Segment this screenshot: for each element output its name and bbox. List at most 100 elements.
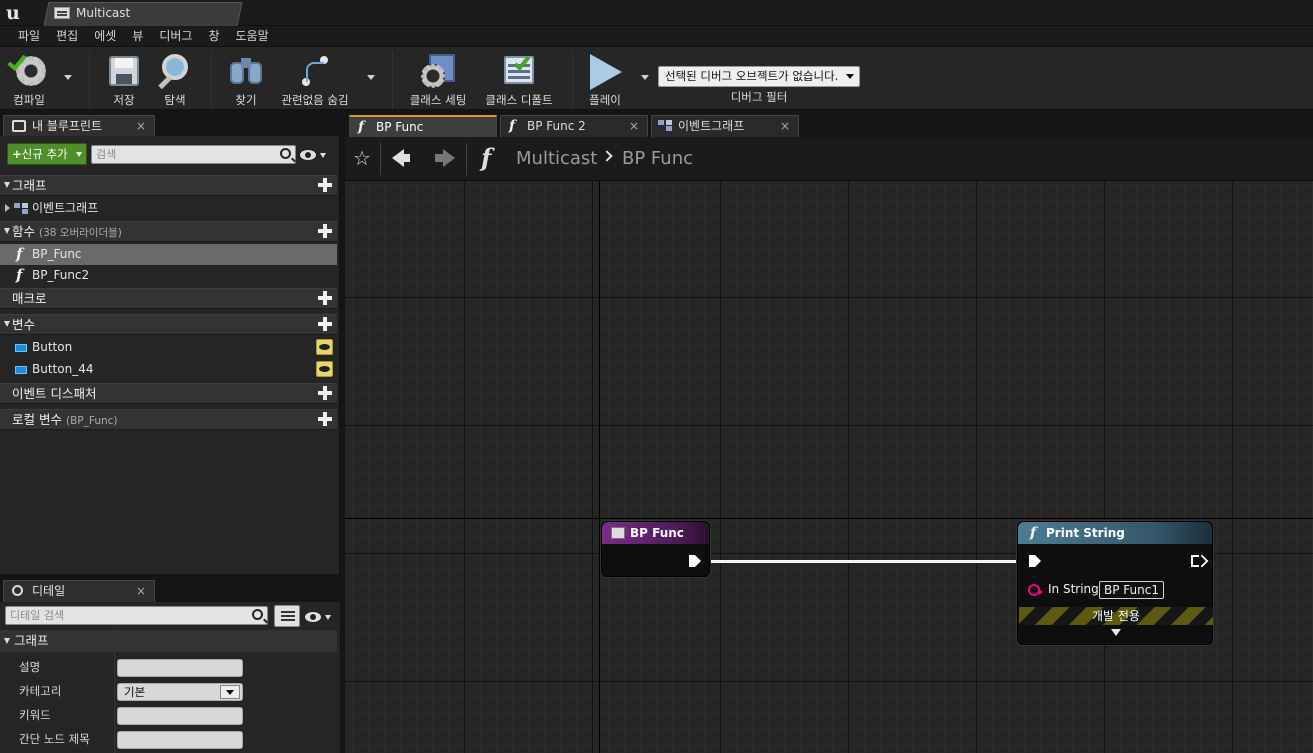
print-string-node[interactable]: f Print String In String BP Func1 개발 전용 <box>1017 521 1213 645</box>
exec-out-pin[interactable] <box>1191 555 1199 567</box>
close-icon[interactable]: × <box>629 116 639 136</box>
category-macros[interactable]: 매크로 <box>0 288 337 309</box>
add-graph-icon[interactable] <box>318 178 332 192</box>
add-local-variable-icon[interactable] <box>318 412 332 426</box>
breadcrumb-current: BP Func <box>622 148 694 169</box>
variable-item-button[interactable]: Button <box>0 337 337 358</box>
my-blueprint-search-input[interactable]: 검색 <box>91 145 296 164</box>
menu-file[interactable]: 파일 <box>10 26 48 46</box>
category-local-variables[interactable]: 로컬 변수 (BP_Func) <box>0 409 337 430</box>
forward-arrow-icon[interactable] <box>435 149 455 167</box>
back-arrow-icon[interactable] <box>392 149 410 167</box>
event-graph-icon <box>14 203 30 214</box>
in-string-pin[interactable] <box>1028 584 1043 596</box>
menu-bar: 파일 편집 에셋 뷰 디버그 창 도움말 <box>0 26 1313 46</box>
tab-bp-func[interactable]: f BP Func <box>349 115 497 137</box>
my-blueprint-tab[interactable]: 내 블루프린트 × <box>3 115 155 137</box>
function-item-bp-func2[interactable]: f BP_Func2 <box>0 265 337 286</box>
close-icon[interactable]: × <box>136 581 146 601</box>
visibility-eye-icon[interactable] <box>316 339 333 355</box>
title-bar: u Multicast <box>0 0 1313 26</box>
details-tab[interactable]: 디테일 × <box>3 580 155 602</box>
description-field[interactable] <box>117 659 243 677</box>
category-variables[interactable]: 변수 <box>0 314 337 335</box>
in-string-label: In String <box>1048 582 1099 596</box>
eye-icon <box>300 150 316 160</box>
play-options-dropdown[interactable] <box>641 75 649 80</box>
chevron-down-icon[interactable] <box>220 685 240 699</box>
development-only-banner: 개발 전용 <box>1019 607 1213 625</box>
breadcrumb-root[interactable]: Multicast <box>516 148 597 170</box>
graph-canvas[interactable] <box>345 181 1313 753</box>
expand-node-icon[interactable] <box>1111 629 1121 636</box>
exec-in-pin[interactable] <box>1029 555 1041 567</box>
graph-header: ☆ f Multicast BP Func <box>345 137 1313 181</box>
play-button[interactable]: 플레이 <box>584 47 626 111</box>
class-settings-button[interactable]: 클래스 세팅 <box>403 47 473 111</box>
class-defaults-icon <box>500 52 538 90</box>
function-icon: f <box>481 143 492 172</box>
details-panel: 디테일 검색 그래프 설명 카테고리 기본 키워드 간단 노드 제목 <box>0 602 340 753</box>
category-graphs[interactable]: 그래프 <box>0 175 337 196</box>
details-category-graph[interactable]: 그래프 <box>0 630 337 652</box>
compile-button[interactable]: 컴파일 <box>6 47 52 111</box>
menu-view[interactable]: 뷰 <box>124 26 151 46</box>
visibility-eye-icon[interactable] <box>316 361 333 377</box>
compile-options-dropdown[interactable] <box>64 75 72 80</box>
hide-unrelated-button[interactable]: 관련없음 숨김 <box>278 47 352 111</box>
menu-debug[interactable]: 디버그 <box>151 26 200 46</box>
category-event-dispatchers[interactable]: 이벤트 디스패처 <box>0 383 337 404</box>
function-entry-node[interactable]: BP Func <box>601 521 710 577</box>
exec-wire[interactable] <box>710 560 1019 563</box>
close-icon[interactable]: × <box>780 116 790 136</box>
add-macro-icon[interactable] <box>318 291 332 305</box>
property-category: 카테고리 기본 <box>0 680 337 703</box>
debug-filter-label: 디버그 필터 <box>730 90 788 104</box>
hide-unrelated-dropdown[interactable] <box>367 75 375 80</box>
expand-icon[interactable] <box>5 204 10 212</box>
save-button[interactable]: 저장 <box>104 47 144 111</box>
menu-help[interactable]: 도움말 <box>228 26 277 46</box>
exec-out-pin[interactable] <box>689 555 701 567</box>
class-defaults-button[interactable]: 클래스 디폴트 <box>480 47 558 111</box>
chevron-down-icon <box>846 74 854 79</box>
details-view-options-button[interactable] <box>305 607 335 627</box>
menu-edit[interactable]: 편집 <box>48 26 86 46</box>
find-button[interactable]: 찾기 <box>224 47 268 111</box>
browse-button[interactable]: 탐색 <box>154 47 196 111</box>
collapse-icon <box>4 321 10 327</box>
menu-window[interactable]: 창 <box>200 26 227 46</box>
event-graph-icon <box>658 120 674 131</box>
collapse-icon <box>4 182 10 188</box>
class-settings-icon <box>419 52 457 90</box>
details-search-input[interactable]: 디테일 검색 <box>5 606 268 625</box>
menu-asset[interactable]: 에셋 <box>86 26 124 46</box>
graph-item-eventgraph[interactable]: 이벤트그래프 <box>0 198 337 219</box>
view-options-button[interactable] <box>300 145 330 165</box>
keywords-field[interactable] <box>117 707 243 725</box>
object-variable-icon <box>15 344 27 352</box>
in-string-input[interactable]: BP Func1 <box>1099 581 1164 599</box>
tab-bp-func-2[interactable]: f BP Func 2 × <box>500 115 648 137</box>
document-tab[interactable]: Multicast <box>54 4 130 22</box>
compact-node-title-field[interactable] <box>117 731 243 749</box>
category-combobox[interactable]: 기본 <box>117 683 243 701</box>
property-compact-node-title: 간단 노드 제목 <box>0 728 337 751</box>
function-item-bp-func[interactable]: f BP_Func <box>0 244 337 265</box>
toolbar: 컴파일 저장 탐색 찾기 관련없음 숨김 클래스 세팅 클래스 디폴트 플레이 … <box>0 46 1313 110</box>
tab-event-graph[interactable]: 이벤트그래프 × <box>651 115 799 137</box>
unreal-logo-icon: u <box>6 2 20 24</box>
plus-icon: + <box>12 147 22 161</box>
category-functions[interactable]: 함수 (38 오버라이더블) <box>0 221 337 242</box>
add-new-button[interactable]: +신규 추가 <box>7 143 87 165</box>
add-variable-icon[interactable] <box>318 317 332 331</box>
favorite-star-icon[interactable]: ☆ <box>353 148 371 168</box>
close-icon[interactable]: × <box>136 116 146 136</box>
variable-item-button-44[interactable]: Button_44 <box>0 359 337 380</box>
add-dispatcher-icon[interactable] <box>318 386 332 400</box>
debug-object-select[interactable]: 선택된 디버그 오브젝트가 없습니다. <box>658 66 860 87</box>
search-icon <box>252 609 263 620</box>
add-function-icon[interactable] <box>318 224 332 238</box>
save-icon <box>105 52 143 90</box>
property-matrix-button[interactable] <box>274 605 300 627</box>
